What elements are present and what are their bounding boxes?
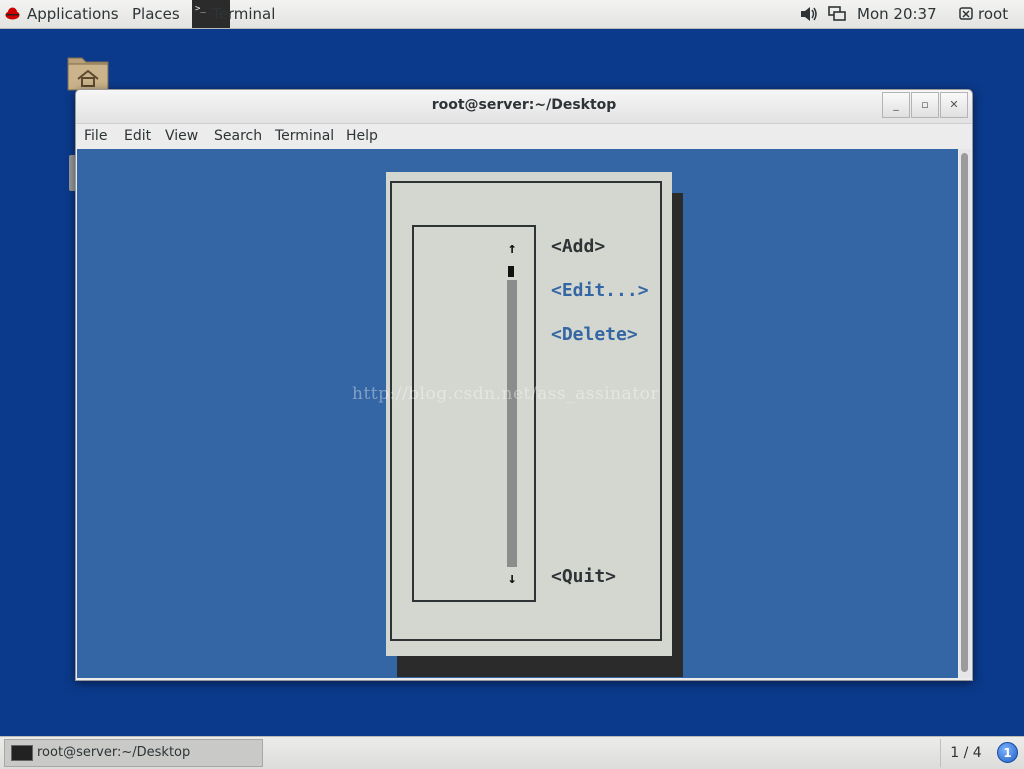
terminal-scrollbar[interactable] [959, 149, 971, 678]
terminal-screen[interactable]: ↑ ↓ <Add> <Edit...> <Delete> <Quit> http… [77, 149, 958, 678]
places-menu[interactable]: Places [132, 0, 180, 28]
terminal-icon [11, 745, 33, 761]
window-controls: _ ▫ ✕ [882, 92, 970, 118]
window-titlebar[interactable]: root@server:~/Desktop _ ▫ ✕ [76, 90, 972, 124]
clock[interactable]: Mon 20:37 [857, 0, 937, 28]
svg-text:>_: >_ [195, 4, 206, 14]
user-icon [959, 7, 973, 20]
menu-terminal[interactable]: Terminal [275, 124, 334, 148]
watermark: http://blog.csdn.net/ass_assinator [352, 384, 659, 404]
volume-icon[interactable] [800, 6, 818, 22]
connection-list[interactable]: ↑ ↓ [412, 225, 536, 602]
menu-file[interactable]: File [84, 124, 107, 148]
taskbar-label: root@server:~/Desktop [37, 745, 191, 760]
nmtui-dialog: ↑ ↓ <Add> <Edit...> <Delete> <Quit> [386, 172, 672, 656]
menu-view[interactable]: View [165, 124, 198, 148]
user-menu[interactable]: root [978, 0, 1008, 28]
home-folder-icon[interactable] [66, 52, 110, 92]
edit-button[interactable]: <Edit...> [551, 280, 649, 301]
scroll-up-icon[interactable]: ↑ [504, 239, 520, 257]
taskbar-terminal-button[interactable]: root@server:~/Desktop [4, 739, 263, 767]
network-icon[interactable] [828, 6, 846, 22]
list-scrollbar[interactable] [507, 280, 517, 567]
quit-button[interactable]: <Quit> [551, 566, 616, 587]
add-button[interactable]: <Add> [551, 236, 605, 257]
scroll-position-marker [508, 266, 514, 277]
menubar: File Edit View Search Terminal Help [76, 124, 972, 148]
applications-menu[interactable]: Applications [27, 0, 119, 28]
top-panel: Applications Places >_ Terminal Mon 20:3… [0, 0, 1024, 29]
terminal-scroll-thumb[interactable] [961, 153, 968, 672]
notification-badge[interactable]: 1 [997, 742, 1018, 763]
active-app-menu[interactable]: Terminal [212, 0, 275, 28]
menu-search[interactable]: Search [214, 124, 262, 148]
menu-help[interactable]: Help [346, 124, 378, 148]
bottom-panel: root@server:~/Desktop 1 / 4 1 [0, 736, 1024, 769]
workspace-indicator[interactable]: 1 / 4 [940, 739, 991, 767]
terminal-window: root@server:~/Desktop _ ▫ ✕ File Edit Vi… [75, 89, 973, 681]
window-title: root@server:~/Desktop [431, 97, 617, 113]
close-button[interactable]: ✕ [940, 92, 968, 118]
delete-button[interactable]: <Delete> [551, 324, 638, 345]
maximize-button[interactable]: ▫ [911, 92, 939, 118]
redhat-icon [5, 7, 20, 20]
menu-edit[interactable]: Edit [124, 124, 151, 148]
scroll-down-icon[interactable]: ↓ [504, 569, 520, 587]
minimize-button[interactable]: _ [882, 92, 910, 118]
